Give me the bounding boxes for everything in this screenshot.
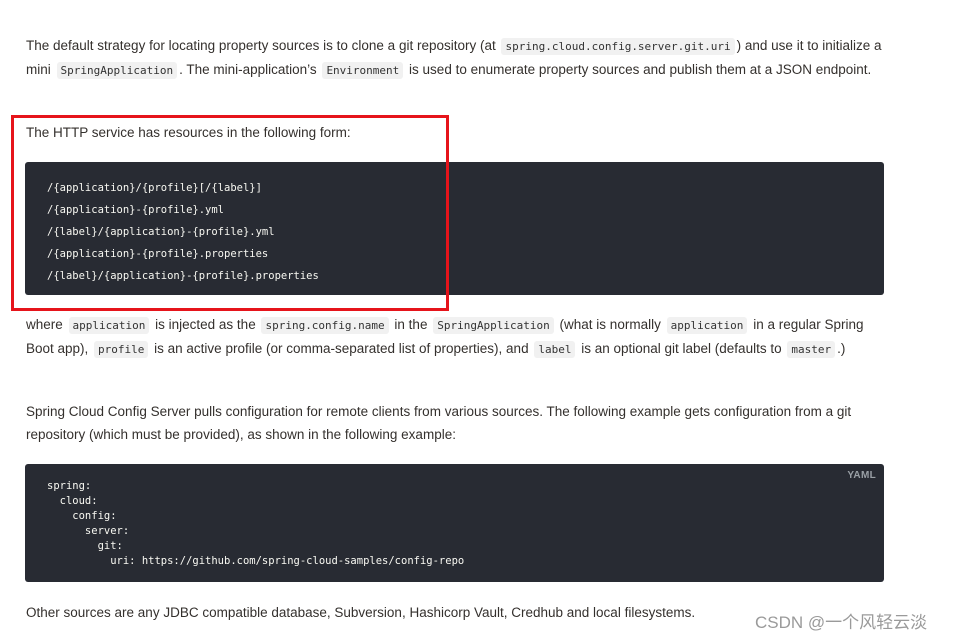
inline-code-springapplication: SpringApplication (433, 317, 554, 334)
text: is an active profile (or comma-separated… (150, 341, 533, 356)
text: . The mini-application’s (179, 62, 321, 77)
code-line: /{label}/{application}-{profile}.propert… (47, 270, 319, 282)
code-line: server: (47, 525, 130, 537)
inline-code-spring-config-name: spring.config.name (261, 317, 389, 334)
text: is used to enumerate property sources an… (405, 62, 872, 77)
code-line: config: (47, 510, 117, 522)
paragraph-http-service: The HTTP service has resources in the fo… (26, 125, 351, 140)
inline-code-environment: Environment (322, 62, 404, 79)
text: The default strategy for locating proper… (26, 38, 500, 53)
code-block-http-resources: /{application}/{profile}[/{label}] /{app… (25, 162, 884, 295)
inline-code-label: label (534, 341, 576, 358)
csdn-watermark: CSDN @一个风轻云淡 (755, 613, 928, 632)
paragraph-default-strategy: The default strategy for locating proper… (26, 34, 886, 82)
inline-code-profile: profile (94, 341, 149, 358)
code-line: cloud: (47, 495, 98, 507)
inline-code-master: master (787, 341, 836, 358)
language-badge: YAML (847, 470, 876, 481)
code-line: /{application}-{profile}.properties (47, 248, 269, 260)
code-line: uri: https://github.com/spring-cloud-sam… (47, 555, 465, 567)
text: where (26, 317, 67, 332)
paragraph-where-application: where application is injected as the spr… (26, 313, 886, 361)
code-line: /{application}/{profile}[/{label}] (47, 182, 262, 194)
code-block-yaml-example: YAML spring: cloud: config: server: git:… (25, 464, 884, 582)
inline-code-application: application (68, 317, 150, 334)
text: is injected as the (151, 317, 260, 332)
text: (what is normally (555, 317, 665, 332)
code-line: spring: (47, 480, 92, 492)
text: is an optional git label (defaults to (577, 341, 786, 356)
code-line: git: (47, 540, 123, 552)
text: in the (390, 317, 432, 332)
code-line: /{label}/{application}-{profile}.yml (47, 226, 275, 238)
paragraph-config-server-pulls: Spring Cloud Config Server pulls configu… (26, 404, 852, 442)
text: .) (837, 341, 846, 356)
code-line: /{application}-{profile}.yml (47, 204, 225, 216)
inline-code-springapplication: SpringApplication (56, 62, 178, 79)
inline-code-git-uri: spring.cloud.config.server.git.uri (501, 38, 735, 55)
inline-code-application: application (666, 317, 748, 334)
